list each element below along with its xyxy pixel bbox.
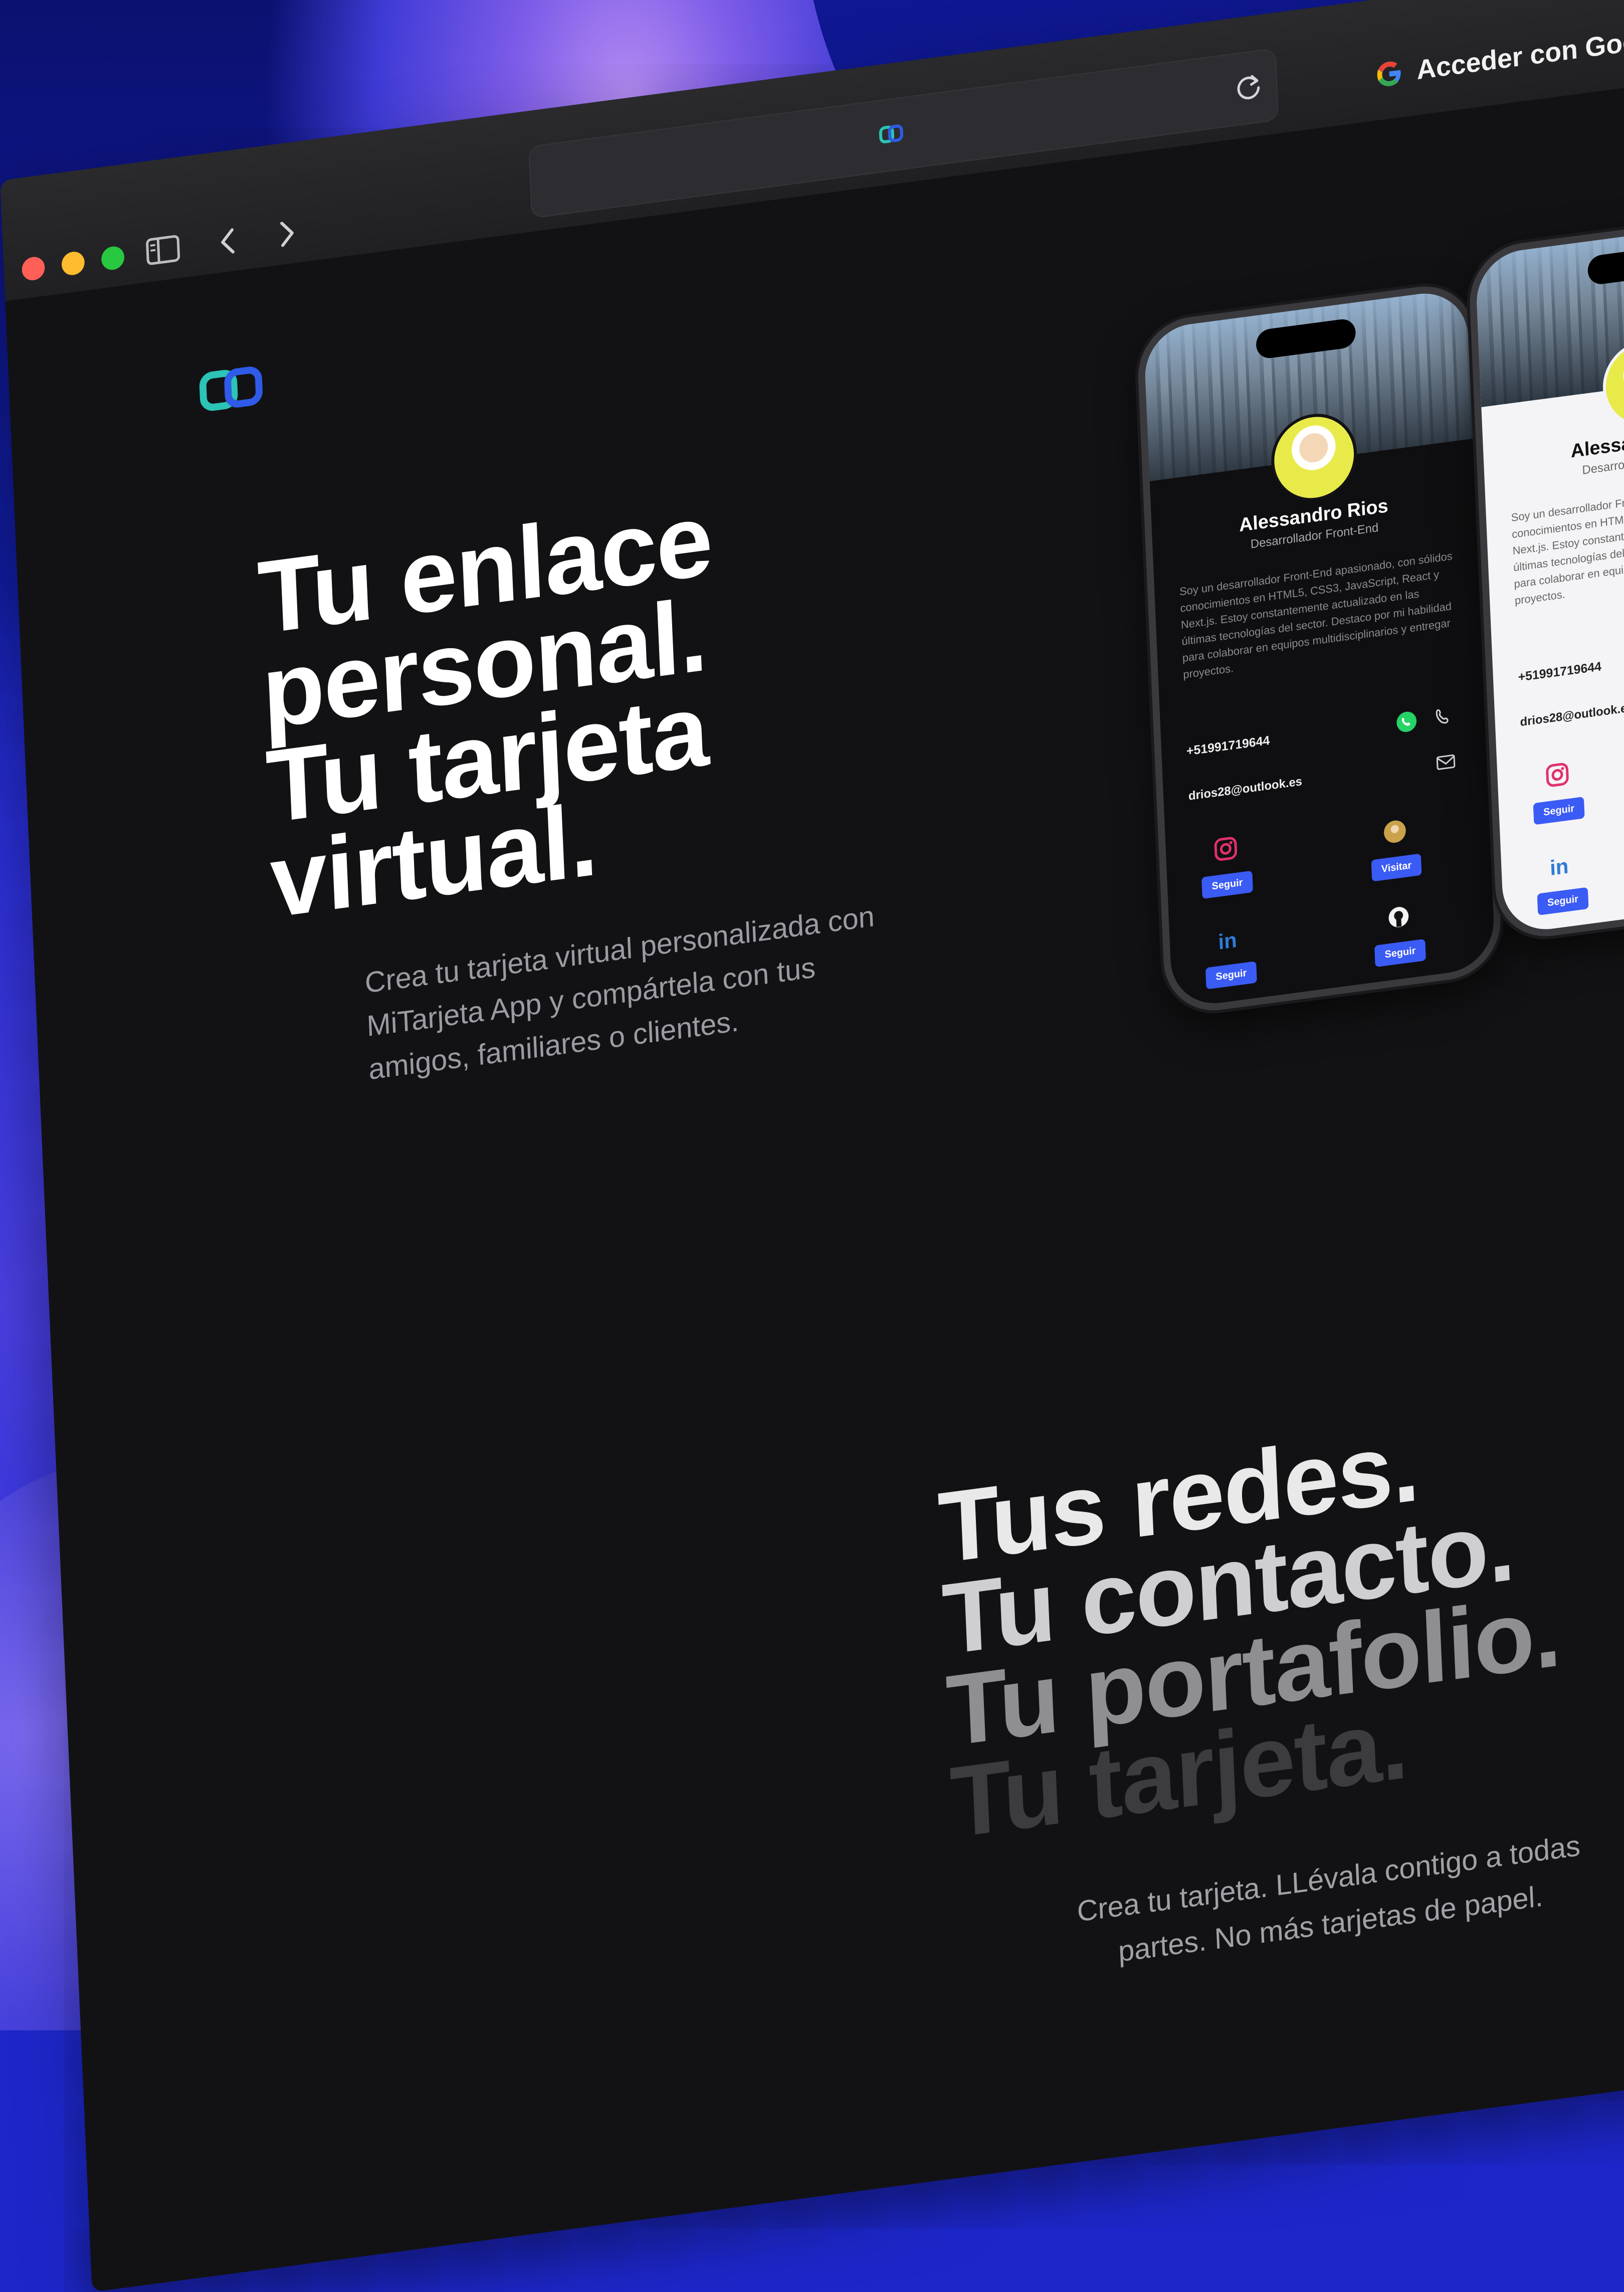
profile-phone[interactable]: +51991719644	[1518, 659, 1601, 685]
instagram-icon	[1546, 762, 1569, 787]
profile-email[interactable]: drios28@outlook.es	[1188, 775, 1302, 804]
google-login-button[interactable]: Acceder con Google	[1374, 21, 1624, 92]
svg-text:in: in	[1549, 854, 1569, 880]
profile-bio: Soy un desarrollador Front-End apasionad…	[1179, 549, 1453, 681]
profile-email[interactable]: drios28@outlook.es	[1520, 701, 1624, 730]
github-icon	[1388, 907, 1409, 927]
linkedin-icon: in	[1218, 928, 1238, 954]
site-favicon-icon	[879, 124, 903, 143]
window-controls	[21, 245, 125, 282]
follow-button[interactable]: Seguir	[1537, 887, 1589, 916]
landing-page: Tu enlace personal. Tu tarjeta virtual. …	[5, 59, 1624, 2292]
sidebar-toggle-icon[interactable]	[142, 227, 184, 273]
follow-button[interactable]: Seguir	[1533, 797, 1585, 825]
profile-bio: Soy un desarrollador Front-End apasionad…	[1511, 476, 1624, 607]
google-icon	[1377, 61, 1401, 86]
social-card: Seguir	[1195, 831, 1258, 899]
phone-mockup-dark: Alessandro Rios Desarrollador Front-End …	[1136, 280, 1503, 1017]
follow-button[interactable]: Seguir	[1374, 938, 1427, 968]
social-card: in Seguir	[1531, 848, 1593, 916]
tagline-heading: Tus redes. Tu contacto. Tu portafolio. T…	[936, 1402, 1566, 1859]
hero-subtitle: Crea tu tarjeta virtual personalizada co…	[364, 899, 875, 1086]
social-card: Seguir	[1368, 899, 1431, 968]
svg-text:in: in	[1218, 928, 1238, 954]
portfolio-avatar-icon	[1384, 820, 1406, 843]
linkedin-icon: in	[1549, 854, 1569, 880]
follow-button[interactable]: Seguir	[1201, 870, 1254, 899]
social-card: Seguir	[1527, 757, 1589, 826]
close-window-button[interactable]	[21, 255, 46, 282]
visit-button[interactable]: Visitar	[1371, 853, 1422, 882]
mitarjeta-logo-icon[interactable]	[198, 358, 265, 417]
social-card: in Seguir	[1199, 922, 1262, 990]
forward-arrow-icon[interactable]	[267, 211, 308, 257]
follow-button[interactable]: Seguir	[1205, 961, 1258, 990]
social-card: Visitar	[1364, 814, 1427, 882]
whatsapp-icon[interactable]	[1394, 709, 1418, 735]
profile-cover-image	[1475, 214, 1624, 408]
mail-icon[interactable]	[1434, 749, 1458, 775]
phone-call-icon[interactable]	[1432, 704, 1456, 730]
instagram-icon	[1214, 837, 1238, 861]
browser-window: Acceder con Google Tu enlace personal. T…	[0, 0, 1624, 2292]
profile-phone[interactable]: +51991719644	[1186, 733, 1270, 759]
back-arrow-icon[interactable]	[207, 219, 249, 264]
tagline-subtitle: Crea tu tarjeta. LLévala contigo a todas…	[1076, 1829, 1581, 1969]
minimize-window-button[interactable]	[61, 250, 85, 277]
hero-title: Tu enlace personal. Tu tarjeta virtual.	[256, 481, 714, 939]
reload-icon[interactable]	[1232, 69, 1265, 105]
google-login-label: Acceder con Google	[1415, 21, 1624, 86]
maximize-window-button[interactable]	[101, 245, 125, 272]
